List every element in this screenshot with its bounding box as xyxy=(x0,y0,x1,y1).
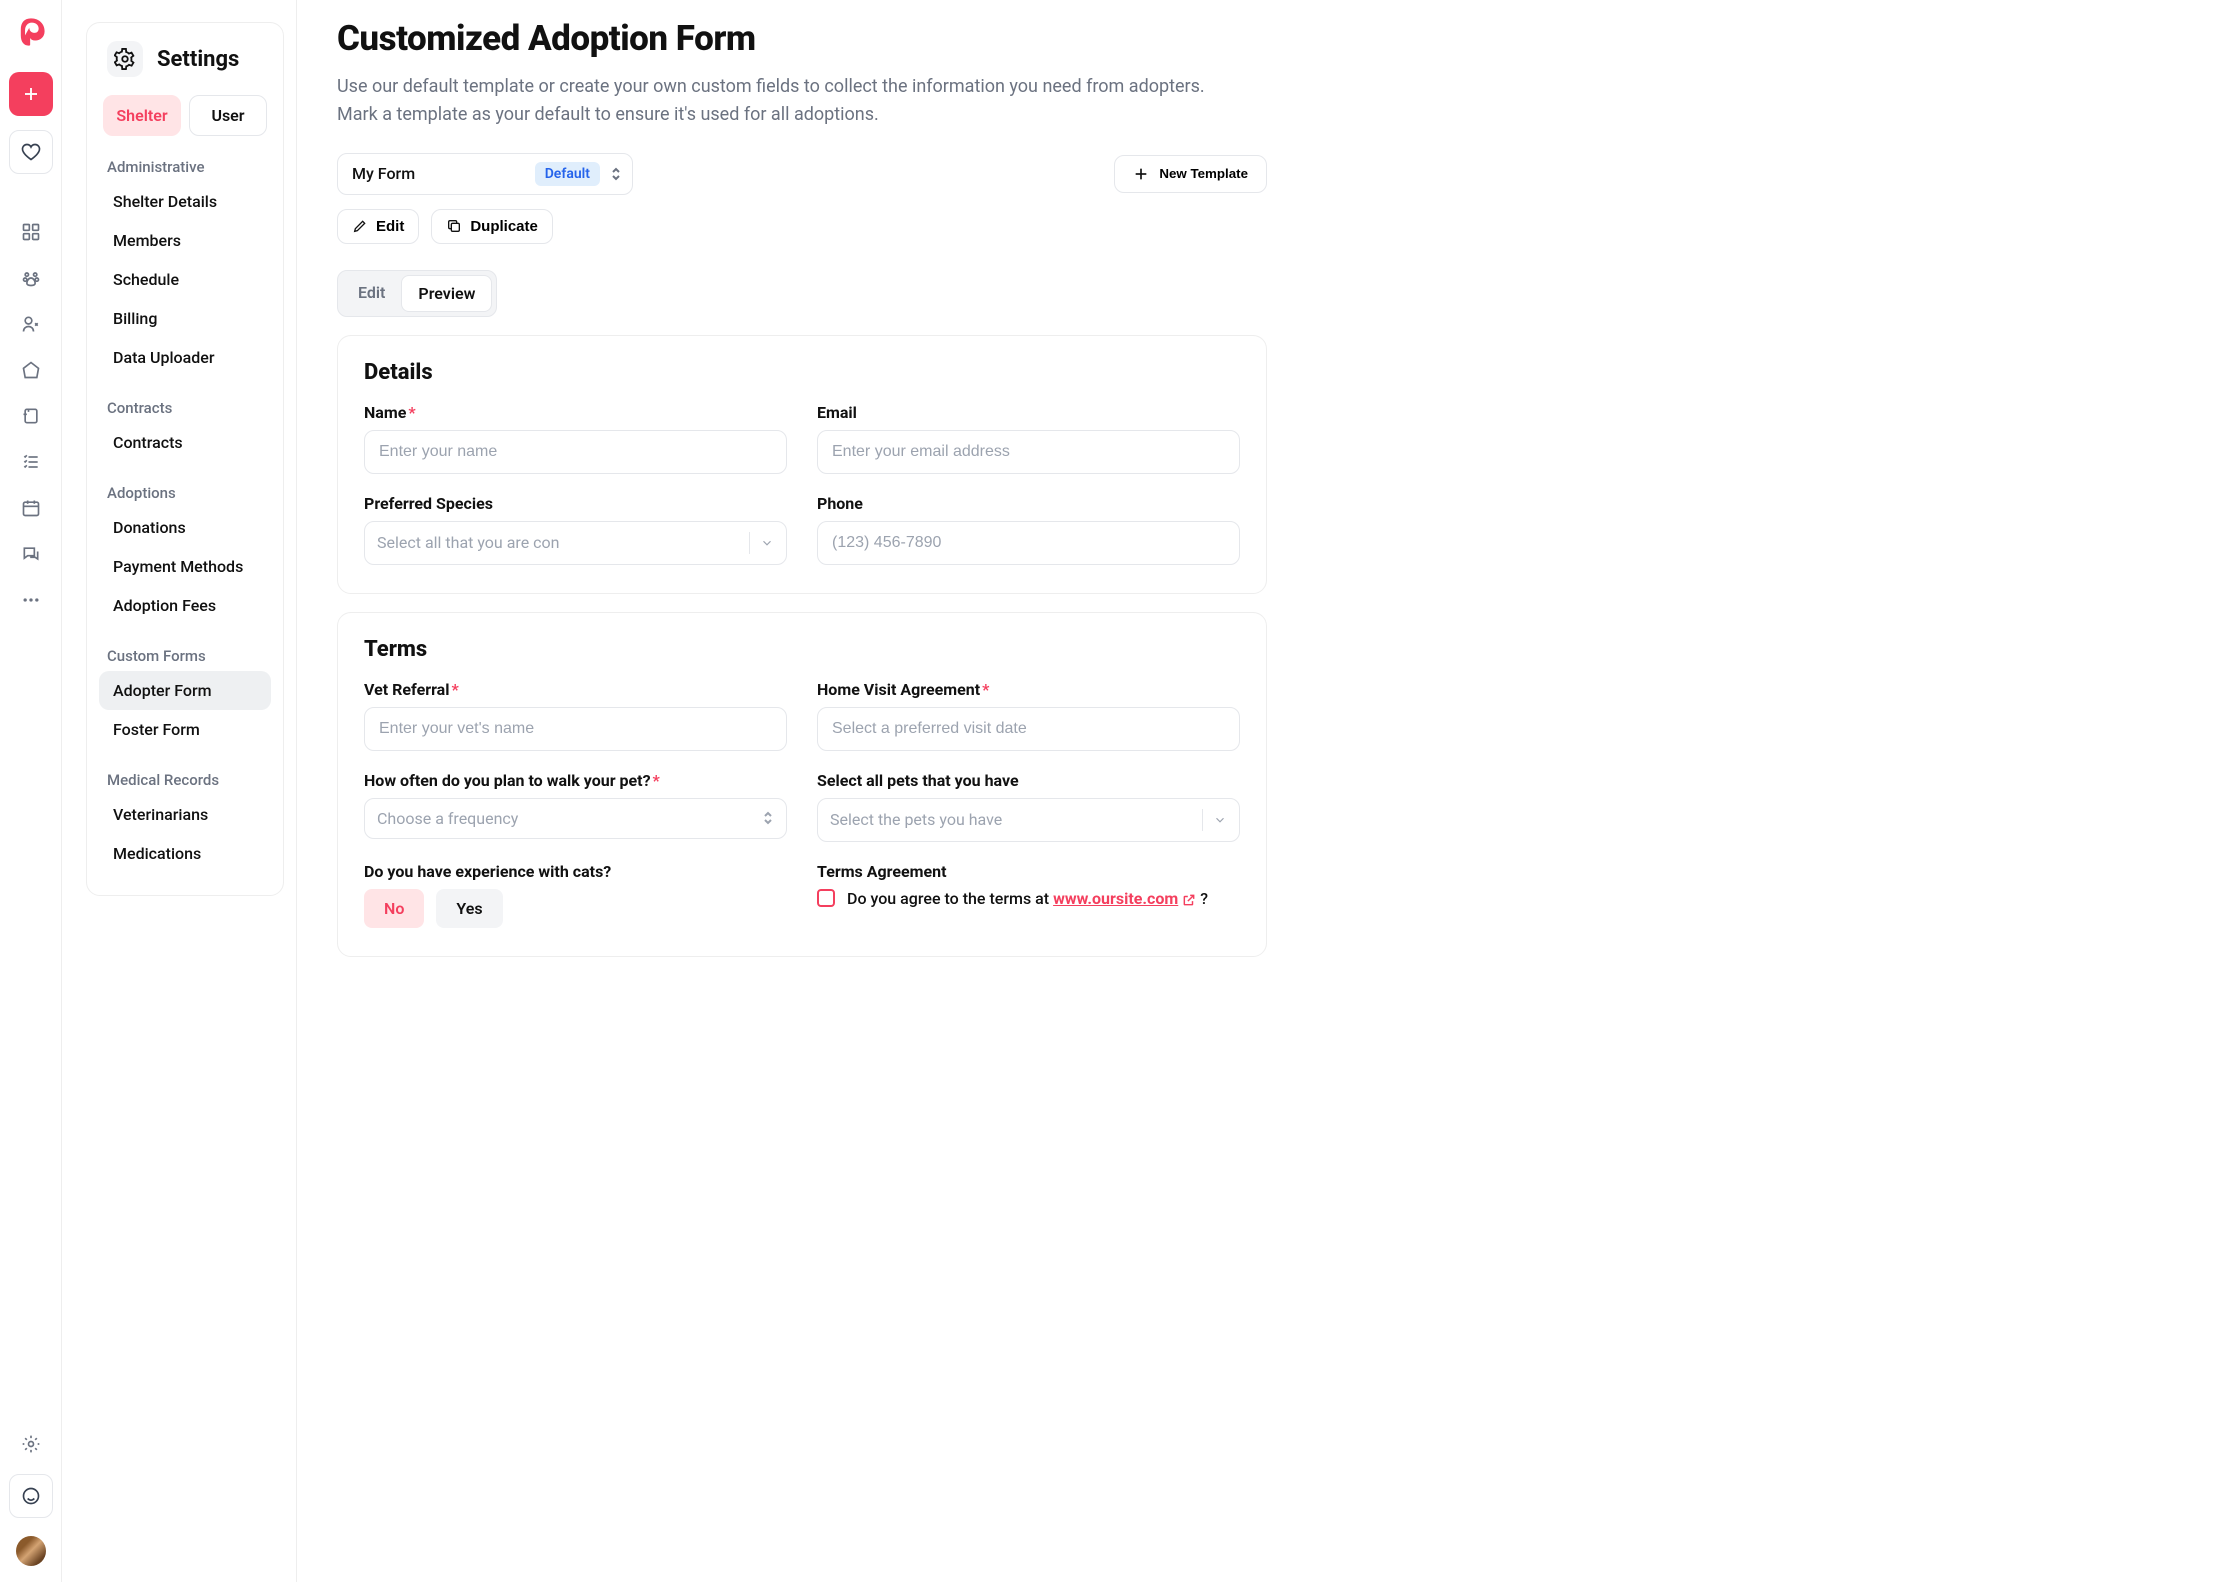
user-avatar[interactable] xyxy=(16,1536,46,1566)
new-template-button[interactable]: New Template xyxy=(1114,155,1267,193)
vet-input[interactable] xyxy=(364,707,787,751)
terms-heading: Terms xyxy=(364,637,1240,662)
cats-label: Do you have experience with cats? xyxy=(364,862,787,881)
terms-checkbox[interactable] xyxy=(817,889,835,907)
tag-icon[interactable] xyxy=(21,360,41,380)
chevron-down-icon xyxy=(760,536,774,550)
app-logo xyxy=(9,10,53,54)
terms-text: Do you agree to the terms at www.oursite… xyxy=(847,889,1208,908)
email-input[interactable] xyxy=(817,430,1240,474)
mode-edit-tab[interactable]: Edit xyxy=(342,275,401,312)
species-placeholder: Select all that you are con xyxy=(377,533,739,552)
page-title: Customized Adoption Form xyxy=(337,18,1267,59)
new-template-label: New Template xyxy=(1159,166,1248,181)
calendar-icon[interactable] xyxy=(21,498,41,518)
add-button[interactable] xyxy=(9,72,53,116)
phone-label: Phone xyxy=(817,494,1240,513)
settings-sidebar: Settings Shelter User Administrative She… xyxy=(62,0,297,1582)
chevron-updown-icon xyxy=(762,810,774,826)
page-subtitle: Use our default template or create your … xyxy=(337,73,1227,129)
agree-label: Terms Agreement xyxy=(817,862,1240,881)
sidebar-title: Settings xyxy=(157,47,239,72)
mode-preview-tab[interactable]: Preview xyxy=(401,275,492,312)
pencil-icon xyxy=(352,218,368,234)
section-contracts: Contracts xyxy=(99,377,271,423)
nav-billing[interactable]: Billing xyxy=(99,299,271,338)
chat-icon[interactable] xyxy=(21,544,41,564)
details-card: Details Name* Email Preferred Species Se… xyxy=(337,335,1267,594)
gear-icon xyxy=(107,41,143,77)
nav-shelter-details[interactable]: Shelter Details xyxy=(99,182,271,221)
no-button[interactable]: No xyxy=(364,889,424,928)
yes-button[interactable]: Yes xyxy=(436,889,502,928)
duplicate-label: Duplicate xyxy=(470,218,538,235)
pets-label: Select all pets that you have xyxy=(817,771,1240,790)
phone-input[interactable] xyxy=(817,521,1240,565)
pets-placeholder: Select the pets you have xyxy=(830,810,1192,829)
name-input[interactable] xyxy=(364,430,787,474)
nav-contracts[interactable]: Contracts xyxy=(99,423,271,462)
settings-icon[interactable] xyxy=(9,1422,53,1466)
pets-select[interactable]: Select the pets you have xyxy=(817,798,1240,842)
default-badge: Default xyxy=(535,162,600,186)
walk-select[interactable]: Choose a frequency xyxy=(364,798,787,839)
details-heading: Details xyxy=(364,360,1240,385)
main-content: Customized Adoption Form Use our default… xyxy=(297,0,1307,1582)
tab-user[interactable]: User xyxy=(189,95,267,136)
chevron-down-icon xyxy=(1213,813,1227,827)
dashboard-icon[interactable] xyxy=(21,222,41,242)
icon-rail xyxy=(0,0,62,1582)
edit-template-button[interactable]: Edit xyxy=(337,209,419,244)
terms-card: Terms Vet Referral* Home Visit Agreement… xyxy=(337,612,1267,957)
nav-data-uploader[interactable]: Data Uploader xyxy=(99,338,271,377)
walk-label: How often do you plan to walk your pet?* xyxy=(364,771,787,790)
nav-payment-methods[interactable]: Payment Methods xyxy=(99,547,271,586)
copy-icon xyxy=(446,218,462,234)
name-label: Name* xyxy=(364,403,787,422)
email-label: Email xyxy=(817,403,1240,422)
walk-placeholder: Choose a frequency xyxy=(377,809,762,828)
section-adoptions: Adoptions xyxy=(99,462,271,508)
nav-adopter-form[interactable]: Adopter Form xyxy=(99,671,271,710)
plus-icon xyxy=(1133,166,1149,182)
support-chat-button[interactable] xyxy=(9,1474,53,1518)
template-name: My Form xyxy=(352,164,525,183)
section-medical: Medical Records xyxy=(99,749,271,795)
terms-link[interactable]: www.oursite.com xyxy=(1053,889,1196,908)
edit-label: Edit xyxy=(376,218,404,235)
more-icon[interactable] xyxy=(21,590,41,610)
template-select[interactable]: My Form Default xyxy=(337,153,633,195)
duplicate-button[interactable]: Duplicate xyxy=(431,209,553,244)
visit-label: Home Visit Agreement* xyxy=(817,680,1240,699)
chevron-updown-icon xyxy=(610,166,622,182)
species-label: Preferred Species xyxy=(364,494,787,513)
visit-input[interactable] xyxy=(817,707,1240,751)
section-administrative: Administrative xyxy=(99,136,271,182)
nav-veterinarians[interactable]: Veterinarians xyxy=(99,795,271,834)
nav-schedule[interactable]: Schedule xyxy=(99,260,271,299)
transfer-icon[interactable] xyxy=(21,406,41,426)
external-link-icon xyxy=(1182,893,1196,907)
people-icon[interactable] xyxy=(21,314,41,334)
section-custom-forms: Custom Forms xyxy=(99,625,271,671)
mode-tabs: Edit Preview xyxy=(337,270,497,317)
favorites-button[interactable] xyxy=(9,130,53,174)
nav-medications[interactable]: Medications xyxy=(99,834,271,873)
nav-adoption-fees[interactable]: Adoption Fees xyxy=(99,586,271,625)
nav-members[interactable]: Members xyxy=(99,221,271,260)
species-select[interactable]: Select all that you are con xyxy=(364,521,787,565)
nav-donations[interactable]: Donations xyxy=(99,508,271,547)
nav-foster-form[interactable]: Foster Form xyxy=(99,710,271,749)
list-icon[interactable] xyxy=(21,452,41,472)
vet-label: Vet Referral* xyxy=(364,680,787,699)
paw-icon[interactable] xyxy=(21,268,41,288)
tab-shelter[interactable]: Shelter xyxy=(103,95,181,136)
